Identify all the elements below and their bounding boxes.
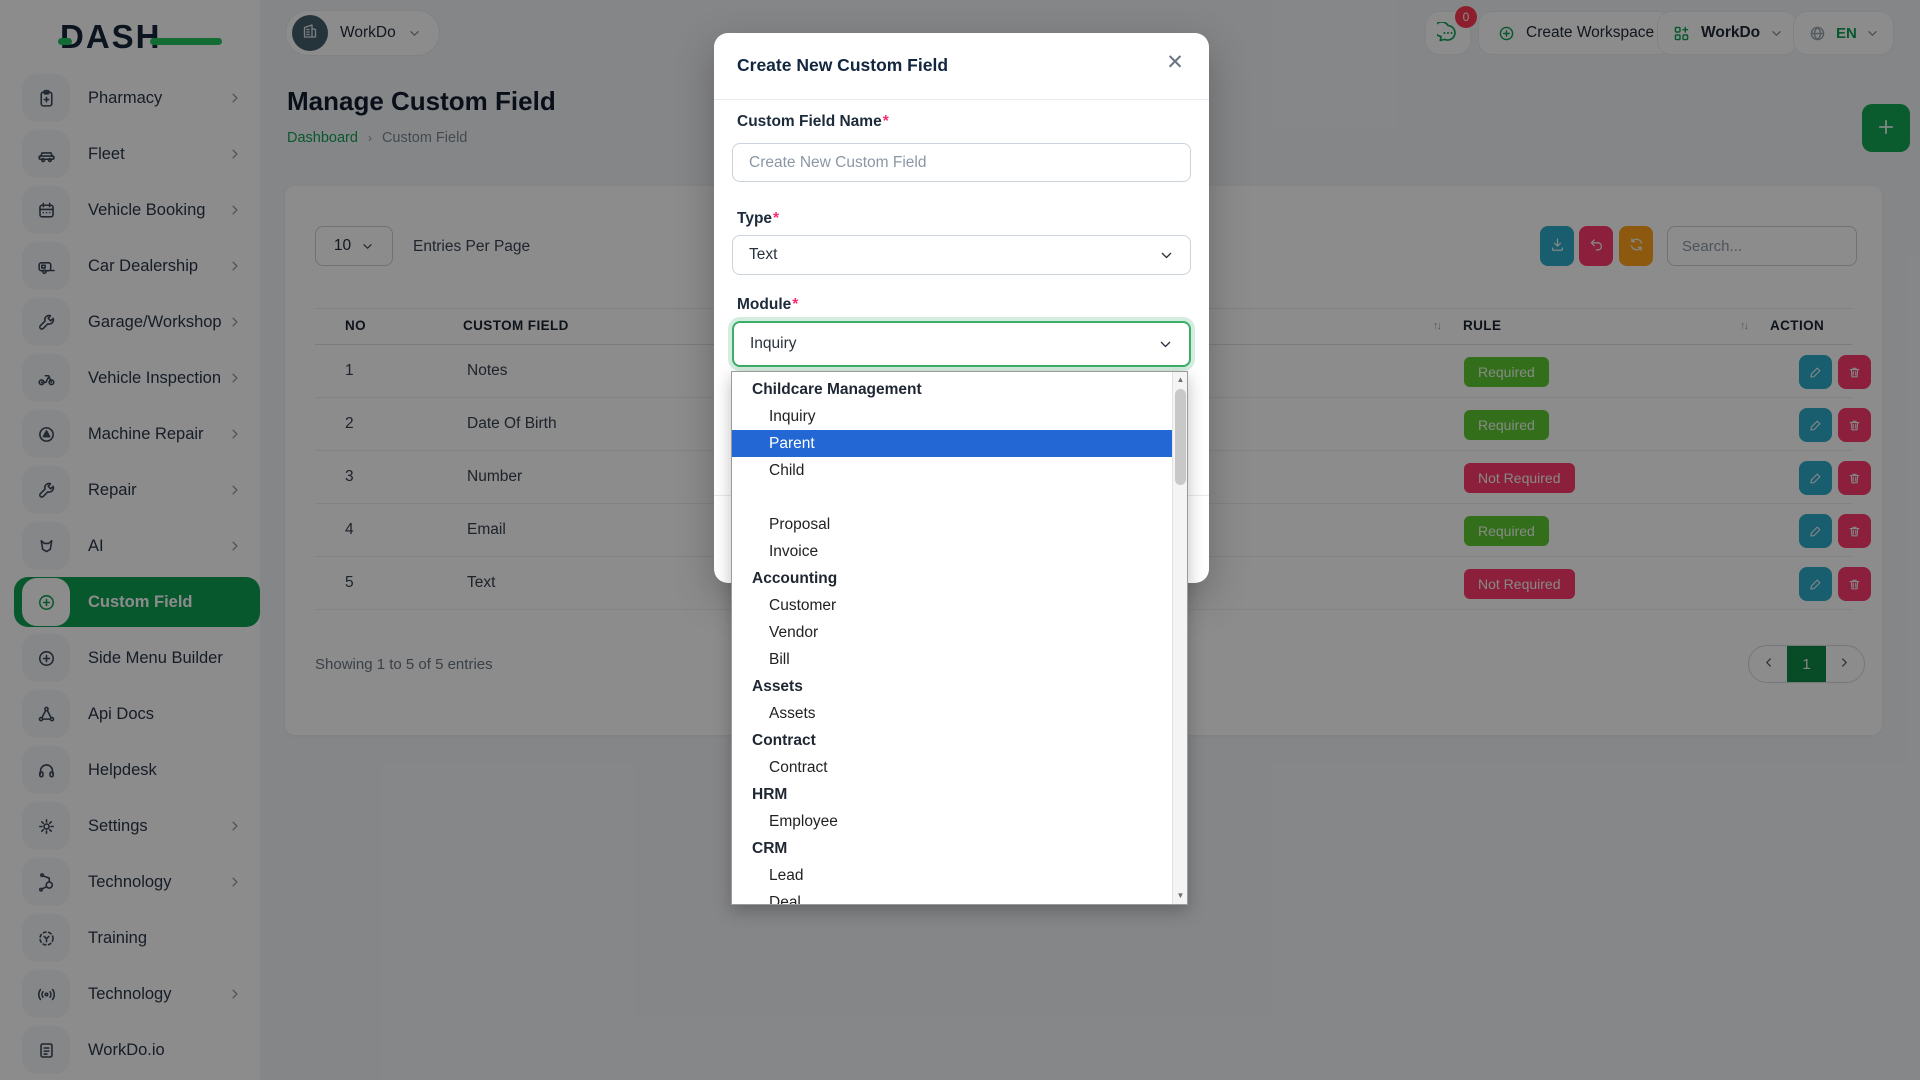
dropdown-option-bill[interactable]: Bill: [732, 646, 1172, 673]
app-root: DASH Pharmacy Fleet Vehicle Booking Car Dea…: [0, 0, 1920, 1080]
module-dropdown-listbox: Childcare Management Inquiry Parent Child Pr…: [731, 371, 1188, 905]
dropdown-option-deal[interactable]: Deal: [732, 889, 1172, 904]
dropdown-option-assets[interactable]: Assets: [732, 700, 1172, 727]
dropdown-group-label: [732, 484, 1172, 511]
dropdown-option-employee[interactable]: Employee: [732, 808, 1172, 835]
dropdown-option-parent[interactable]: Parent: [732, 430, 1172, 457]
custom-field-name-label: Custom Field Name*: [737, 113, 889, 130]
module-label: Module*: [737, 296, 799, 313]
dropdown-group-label: Contract: [752, 732, 816, 749]
module-select-value: Inquiry: [750, 335, 797, 352]
dropdown-option-customer[interactable]: Customer: [732, 592, 1172, 619]
chevron-down-icon: [1159, 248, 1174, 263]
dropdown-option-inquiry[interactable]: Inquiry: [732, 403, 1172, 430]
type-label: Type*: [737, 210, 780, 227]
dropdown-scrollbar[interactable]: ▲ ▼: [1172, 372, 1187, 904]
dropdown-option-proposal[interactable]: Proposal: [732, 511, 1172, 538]
dropdown-option-vendor[interactable]: Vendor: [732, 619, 1172, 646]
dropdown-group-label: Accounting: [752, 570, 838, 587]
dropdown-group-label: Assets: [752, 678, 803, 695]
scroll-down-arrow-icon[interactable]: ▼: [1173, 888, 1187, 904]
modal-close-button[interactable]: ✕: [1159, 47, 1191, 79]
module-select[interactable]: Inquiry: [732, 321, 1191, 367]
dropdown-option-invoice[interactable]: Invoice: [732, 538, 1172, 565]
scrollbar-thumb[interactable]: [1175, 389, 1186, 485]
dropdown-option-contract[interactable]: Contract: [732, 754, 1172, 781]
scroll-up-arrow-icon[interactable]: ▲: [1173, 372, 1187, 388]
type-select[interactable]: Text: [732, 235, 1191, 275]
dropdown-option-child[interactable]: Child: [732, 457, 1172, 484]
dropdown-group-label: HRM: [752, 786, 788, 803]
dropdown-option-lead[interactable]: Lead: [732, 862, 1172, 889]
dropdown-group-label: Childcare Management: [752, 381, 922, 398]
custom-field-name-input[interactable]: [732, 143, 1191, 182]
dropdown-group-label: CRM: [752, 840, 788, 857]
modal-title: Create New Custom Field: [737, 55, 949, 75]
module-option-list: Childcare Management Inquiry Parent Child Pr…: [732, 376, 1172, 904]
type-select-value: Text: [749, 246, 778, 263]
chevron-down-icon: [1158, 337, 1173, 352]
modal-header-divider: [714, 99, 1209, 100]
